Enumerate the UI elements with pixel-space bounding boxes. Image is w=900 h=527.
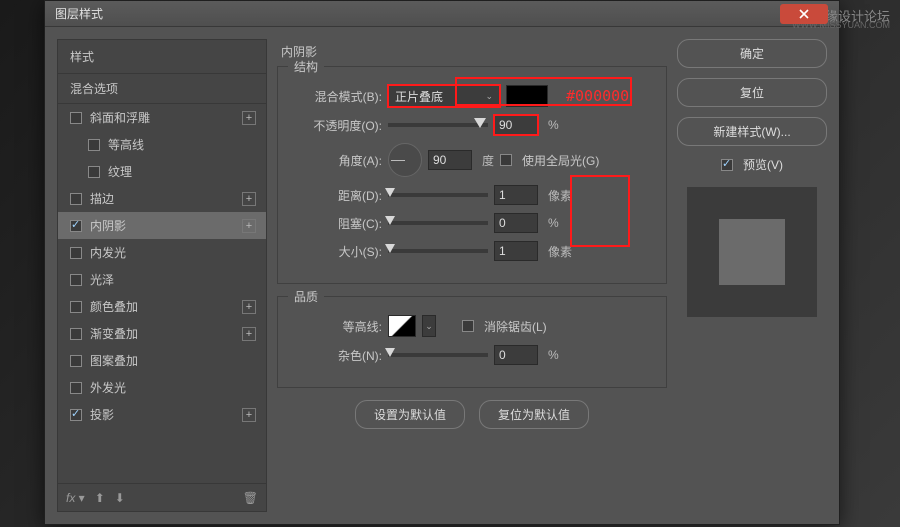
chevron-down-icon: ⌄ — [485, 91, 493, 102]
set-default-button[interactable]: 设置为默认值 — [355, 400, 465, 429]
styles-sidebar: 样式 混合选项 斜面和浮雕+ 等高线 纹理 描边+ 内阴影+ 内发光 光泽 颜色… — [57, 39, 267, 512]
trash-icon[interactable]: 🗑 — [243, 491, 258, 505]
opacity-label: 不透明度(O): — [292, 117, 382, 134]
panel-title: 内阴影 — [277, 39, 667, 66]
color-swatch[interactable] — [506, 85, 548, 107]
sidebar-item-bevel[interactable]: 斜面和浮雕+ — [58, 104, 266, 131]
dialog-right-pane: 确定 复位 新建样式(W)... 预览(V) — [677, 39, 827, 512]
checkbox-icon[interactable] — [70, 301, 82, 313]
sidebar-item-contour[interactable]: 等高线 — [58, 131, 266, 158]
noise-slider[interactable] — [388, 353, 488, 357]
percent-unit: % — [548, 118, 559, 132]
antialias-checkbox[interactable] — [462, 320, 474, 332]
plus-icon[interactable]: + — [242, 111, 256, 125]
sidebar-item-drop-shadow[interactable]: 投影+ — [58, 401, 266, 428]
sidebar-item-inner-shadow[interactable]: 内阴影+ — [58, 212, 266, 239]
sidebar-item-texture[interactable]: 纹理 — [58, 158, 266, 185]
noise-label: 杂色(N): — [292, 347, 382, 364]
plus-icon[interactable]: + — [242, 408, 256, 422]
choke-input[interactable]: 0 — [494, 213, 538, 233]
arrow-down-icon[interactable]: ⬇ — [115, 491, 125, 505]
slider-thumb-icon[interactable] — [385, 188, 395, 197]
quality-group: 品质 等高线: ⌄ 消除锯齿(L) 杂色(N): 0 % — [277, 296, 667, 388]
slider-thumb-icon[interactable] — [385, 216, 395, 225]
percent-unit: % — [548, 216, 559, 230]
size-input[interactable]: 1 — [494, 241, 538, 261]
plus-icon[interactable]: + — [242, 192, 256, 206]
window-close-button[interactable] — [780, 4, 828, 24]
angle-dial[interactable] — [388, 143, 422, 177]
angle-input[interactable]: 90 — [428, 150, 472, 170]
close-icon — [799, 9, 809, 19]
fx-menu[interactable]: fx ▾ — [66, 491, 85, 505]
arrow-up-icon[interactable]: ⬆ — [95, 491, 105, 505]
angle-unit: 度 — [482, 152, 494, 169]
sidebar-item-pattern-overlay[interactable]: 图案叠加 — [58, 347, 266, 374]
antialias-label: 消除锯齿(L) — [484, 318, 547, 335]
choke-label: 阻塞(C): — [292, 215, 382, 232]
structure-group-title: 结构 — [288, 58, 324, 75]
angle-label: 角度(A): — [292, 152, 382, 169]
percent-unit: % — [548, 348, 559, 362]
dialog-title: 图层样式 — [55, 5, 103, 22]
preview-shape — [719, 219, 785, 285]
size-label: 大小(S): — [292, 243, 382, 260]
cancel-button[interactable]: 复位 — [677, 78, 827, 107]
sidebar-item-gradient-overlay[interactable]: 渐变叠加+ — [58, 320, 266, 347]
checkbox-icon[interactable] — [70, 355, 82, 367]
sidebar-item-satin[interactable]: 光泽 — [58, 266, 266, 293]
sidebar-item-outer-glow[interactable]: 外发光 — [58, 374, 266, 401]
noise-input[interactable]: 0 — [494, 345, 538, 365]
checkbox-icon[interactable] — [70, 112, 82, 124]
checkbox-icon[interactable] — [70, 193, 82, 205]
checkbox-icon[interactable] — [70, 274, 82, 286]
contour-label: 等高线: — [292, 318, 382, 335]
preview-thumbnail — [687, 187, 817, 317]
color-annotation: #000000 — [566, 87, 629, 105]
checkbox-icon[interactable] — [70, 220, 82, 232]
distance-input[interactable]: 1 — [494, 185, 538, 205]
dialog-titlebar: 图层样式 — [45, 1, 839, 27]
structure-group: 结构 混合模式(B): 正片叠底⌄ #000000 不透明度(O): 90 % — [277, 66, 667, 284]
new-style-button[interactable]: 新建样式(W)... — [677, 117, 827, 146]
checkbox-icon[interactable] — [70, 382, 82, 394]
sidebar-styles-header[interactable]: 样式 — [58, 40, 266, 74]
blend-mode-combo[interactable]: 正片叠底⌄ — [388, 85, 500, 107]
sidebar-item-inner-glow[interactable]: 内发光 — [58, 239, 266, 266]
contour-dropdown[interactable]: ⌄ — [422, 315, 436, 337]
preview-checkbox[interactable] — [721, 159, 733, 171]
checkbox-icon[interactable] — [70, 328, 82, 340]
blend-mode-label: 混合模式(B): — [292, 88, 382, 105]
distance-slider[interactable] — [388, 193, 488, 197]
plus-icon[interactable]: + — [242, 219, 256, 233]
size-slider[interactable] — [388, 249, 488, 253]
opacity-input[interactable]: 90 — [494, 115, 538, 135]
plus-icon[interactable]: + — [242, 327, 256, 341]
choke-slider[interactable] — [388, 221, 488, 225]
distance-label: 距离(D): — [292, 187, 382, 204]
sidebar-blend-options[interactable]: 混合选项 — [58, 74, 266, 104]
opacity-slider[interactable] — [388, 123, 488, 127]
global-light-checkbox[interactable] — [500, 154, 512, 166]
sidebar-item-color-overlay[interactable]: 颜色叠加+ — [58, 293, 266, 320]
px-unit: 像素 — [548, 187, 572, 204]
slider-thumb-icon[interactable] — [385, 348, 395, 357]
plus-icon[interactable]: + — [242, 300, 256, 314]
contour-picker[interactable] — [388, 315, 416, 337]
checkbox-icon[interactable] — [88, 139, 100, 151]
px-unit: 像素 — [548, 243, 572, 260]
preview-label: 预览(V) — [743, 156, 783, 173]
global-light-label: 使用全局光(G) — [522, 152, 599, 169]
checkbox-icon[interactable] — [88, 166, 100, 178]
effect-settings-panel: 内阴影 结构 混合模式(B): 正片叠底⌄ #000000 不透明度(O): 9… — [277, 39, 667, 512]
ok-button[interactable]: 确定 — [677, 39, 827, 68]
layer-style-dialog: 图层样式 样式 混合选项 斜面和浮雕+ 等高线 纹理 描边+ 内阴影+ 内发光 … — [44, 0, 840, 525]
slider-thumb-icon[interactable] — [474, 118, 486, 128]
slider-thumb-icon[interactable] — [385, 244, 395, 253]
checkbox-icon[interactable] — [70, 247, 82, 259]
sidebar-item-stroke[interactable]: 描边+ — [58, 185, 266, 212]
quality-group-title: 品质 — [288, 288, 324, 305]
reset-default-button[interactable]: 复位为默认值 — [479, 400, 589, 429]
checkbox-icon[interactable] — [70, 409, 82, 421]
